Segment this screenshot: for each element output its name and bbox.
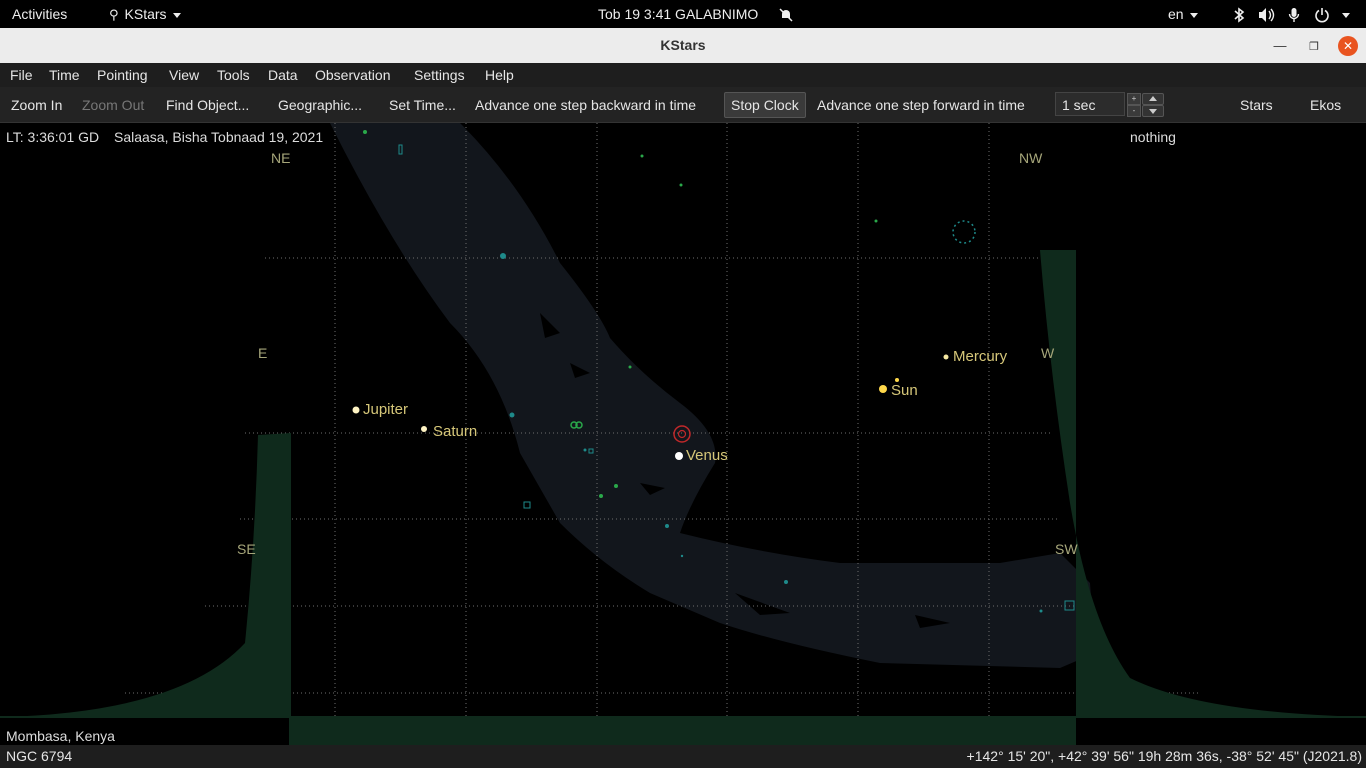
menu-tools[interactable]: Tools [217,63,250,87]
window-title: KStars [660,37,706,53]
sky-map-canvas[interactable] [0,123,1366,745]
zoom-out-button[interactable]: Zoom Out [82,93,144,117]
set-time-button[interactable]: Set Time... [389,93,456,117]
jupiter-label[interactable]: Jupiter [363,401,408,418]
menu-view[interactable]: View [169,63,199,87]
step-backward-button[interactable]: Advance one step backward in time [475,93,696,117]
step-unit-down-button[interactable] [1142,105,1164,117]
language-selector[interactable]: en [1168,0,1198,28]
location-label: Mombasa, Kenya [6,728,115,744]
restore-icon: ❐ [1309,41,1319,53]
compass-sw: SW [1055,541,1078,557]
volume-icon[interactable] [1258,0,1276,28]
jupiter-marker [352,406,360,414]
power-menu[interactable] [1314,0,1350,28]
clock[interactable]: Tob 19 3:41 GALABNIMO [598,0,758,28]
bluetooth-icon[interactable] [1233,0,1245,28]
status-object-name: NGC 6794 [6,748,73,764]
minimize-icon: — [1273,38,1287,53]
app-menu-button[interactable]: ⚲ KStars [109,0,181,28]
minimize-button[interactable]: — [1270,36,1290,56]
menu-pointing[interactable]: Pointing [97,63,148,87]
focus-object: nothing [1130,129,1176,145]
app-menu-label: KStars [124,6,167,22]
venus-label[interactable]: Venus [686,447,728,464]
window-title-bar[interactable]: KStars — ❐ ✕ [0,28,1366,64]
menu-time[interactable]: Time [49,63,80,87]
compass-ne: NE [271,150,291,166]
step-forward-button[interactable]: Advance one step forward in time [817,93,1025,117]
ekos-button[interactable]: Ekos [1310,93,1341,117]
ground-left [0,433,291,717]
venus-marker [675,452,683,460]
menu-file[interactable]: File [10,63,33,87]
stars-button[interactable]: Stars [1240,93,1273,117]
menu-help[interactable]: Help [485,63,514,87]
step-decrease-button[interactable]: - [1127,105,1141,117]
close-icon: ✕ [1342,39,1354,53]
chevron-down-icon [1189,12,1198,18]
ground-bottom [289,717,1076,745]
power-icon [1315,8,1329,23]
compass-se: SE [237,541,256,557]
mercury-label[interactable]: Mercury [953,348,1007,365]
saturn-marker [421,426,427,432]
menu-bar: File Time Pointing View Tools Data Obser… [0,63,1366,87]
chevron-down-icon [172,12,181,18]
microphone-icon[interactable] [1288,0,1300,28]
status-bar: NGC 6794 +142° 15' 20", +42° 39' 56" 19h… [0,745,1366,768]
milky-way [330,123,1095,668]
geographic-button[interactable]: Geographic... [278,93,362,117]
time-step-input[interactable]: 1 sec [1055,92,1125,116]
restore-button[interactable]: ❐ [1304,36,1324,56]
find-object-button[interactable]: Find Object... [166,93,249,117]
menu-settings[interactable]: Settings [414,63,465,87]
system-top-bar: Activities ⚲ KStars Tob 19 3:41 GALABNIMO… [0,0,1366,28]
chevron-up-icon [1149,96,1157,101]
local-time: LT: 3:36:01 GD [6,129,100,145]
compass-w: W [1041,345,1055,361]
zoom-in-button[interactable]: Zoom In [11,93,62,117]
menu-observation[interactable]: Observation [315,63,390,87]
compass-nw: NW [1019,150,1043,166]
status-coordinates: +142° 15' 20", +42° 39' 56" 19h 28m 36s,… [966,748,1362,764]
language-label: en [1168,6,1184,22]
telescope-icon: ⚲ [109,7,119,22]
compass-e: E [258,345,268,361]
menu-data[interactable]: Data [268,63,298,87]
chevron-down-icon [1149,109,1157,114]
stop-clock-button[interactable]: Stop Clock [724,92,806,118]
saturn-label[interactable]: Saturn [433,423,477,440]
sun-label[interactable]: Sun [891,382,918,399]
ground-right [1040,250,1366,717]
sky-date: Salaasa, Bisha Tobnaad 19, 2021 [114,129,324,145]
mercury-marker [943,354,949,360]
step-unit-up-button[interactable] [1142,93,1164,105]
sun-marker [879,385,887,393]
chevron-down-icon [1342,12,1350,18]
step-increase-button[interactable]: + [1127,93,1141,105]
sky-map[interactable]: LT: 3:36:01 GD Salaasa, Bisha Tobnaad 19… [0,123,1366,745]
notifications-off-icon [779,0,793,28]
activities-button[interactable]: Activities [12,0,67,28]
close-button[interactable]: ✕ [1338,36,1358,56]
